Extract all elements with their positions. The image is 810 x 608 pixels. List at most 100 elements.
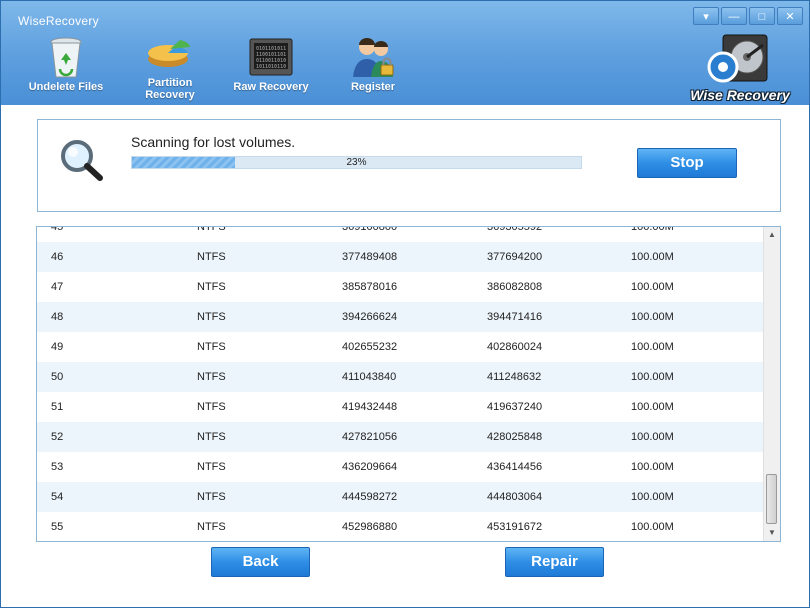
toolbar-label: Register	[350, 81, 396, 93]
table-cell: 377694200	[487, 251, 543, 263]
table-cell: NTFS	[197, 401, 226, 413]
table-cell: 411043840	[342, 371, 397, 383]
table-cell: 52	[51, 431, 64, 443]
table-cell: 419637240	[487, 401, 543, 413]
vertical-scrollbar[interactable]: ▲ ▼	[763, 227, 780, 541]
app-window: WiseRecovery ▾ — □ ✕ Undelete Files Part…	[0, 0, 810, 608]
table-cell: 394266624	[342, 311, 398, 323]
table-cell: NTFS	[197, 431, 226, 443]
table-row[interactable]: 55 NTFS 452986880 453191672 100.00M	[37, 512, 763, 541]
table-row[interactable]: 47 NTFS 385878016 386082808 100.00M	[37, 272, 763, 302]
table-row[interactable]: 49 NTFS 402655232 402860024 100.00M	[37, 332, 763, 362]
table-cell: NTFS	[197, 226, 226, 233]
table-cell: NTFS	[197, 281, 226, 293]
table-row[interactable]: 52 NTFS 427821056 428025848 100.00M	[37, 422, 763, 452]
table-cell: 436414456	[487, 461, 543, 473]
table-cell: NTFS	[197, 371, 226, 383]
table-cell: 48	[51, 311, 64, 323]
toolbar-partition-recovery[interactable]: Partition Recovery	[120, 35, 220, 101]
svg-text:1011010110: 1011010110	[256, 64, 286, 70]
toolbar-undelete-files[interactable]: Undelete Files	[16, 35, 116, 93]
table-cell: 51	[51, 401, 64, 413]
table-row[interactable]: 48 NTFS 394266624 394471416 100.00M	[37, 302, 763, 332]
table-cell: 427821056	[342, 431, 398, 443]
table-cell: 444803064	[487, 491, 543, 503]
table-row[interactable]: 45 NTFS 369100800 369305592 100.00M	[37, 226, 763, 242]
table-cell: 49	[51, 341, 64, 353]
close-button[interactable]: ✕	[777, 7, 803, 25]
table-cell: 100.00M	[631, 281, 674, 293]
table-row[interactable]: 50 NTFS 411043840 411248632 100.00M	[37, 362, 763, 392]
recycle-bin-icon	[42, 35, 90, 79]
table-cell: 377489408	[342, 251, 398, 263]
brand-logo: Wise Recovery	[685, 31, 795, 105]
scrollbar-thumb[interactable]	[766, 474, 777, 524]
table-cell: 46	[51, 251, 64, 263]
table-cell: 100.00M	[631, 491, 674, 503]
table-cell: 100.00M	[631, 341, 674, 353]
table-cell: 45	[51, 226, 64, 233]
table-cell: 385878016	[342, 281, 398, 293]
back-button[interactable]: Back	[211, 547, 310, 577]
table-cell: NTFS	[197, 311, 226, 323]
volumes-table: 45 NTFS 369100800 369305592 100.00M 46 NTFS 377…	[36, 226, 781, 542]
brand-label: Wise Recovery	[690, 87, 790, 103]
table-cell: 54	[51, 491, 64, 503]
table-cell: 452986880	[342, 521, 398, 533]
magnifier-icon	[61, 140, 103, 181]
table-cell: NTFS	[197, 341, 226, 353]
table-cell: 100.00M	[631, 461, 674, 473]
table-cell: 47	[51, 281, 64, 293]
table-cell: 369305592	[487, 226, 543, 233]
table-rows: 45 NTFS 369100800 369305592 100.00M 46 NTFS 377…	[37, 226, 763, 541]
toolbar-register[interactable]: Register	[323, 35, 423, 93]
toolbar-label: Undelete Files	[28, 81, 104, 93]
table-row[interactable]: 54 NTFS 444598272 444803064 100.00M	[37, 482, 763, 512]
table-cell: 100.00M	[631, 311, 674, 323]
table-cell: 100.00M	[631, 371, 674, 383]
table-cell: NTFS	[197, 491, 226, 503]
table-cell: 411248632	[487, 371, 542, 383]
scan-panel: Scanning for lost volumes. 23% Stop	[37, 119, 781, 212]
table-cell: 53	[51, 461, 64, 473]
menu-dropdown-button[interactable]: ▾	[693, 7, 719, 25]
table-cell: 100.00M	[631, 251, 674, 263]
table-cell: 444598272	[342, 491, 398, 503]
table-cell: 50	[51, 371, 64, 383]
table-cell: NTFS	[197, 251, 226, 263]
table-cell: 402860024	[487, 341, 543, 353]
minimize-button[interactable]: —	[721, 7, 747, 25]
table-row[interactable]: 51 NTFS 419432448 419637240 100.00M	[37, 392, 763, 422]
scroll-down-arrow-icon[interactable]: ▼	[764, 525, 780, 541]
table-row[interactable]: 53 NTFS 436209664 436414456 100.00M	[37, 452, 763, 482]
table-cell: 428025848	[487, 431, 543, 443]
maximize-button[interactable]: □	[749, 7, 775, 25]
table-cell: 419432448	[342, 401, 398, 413]
table-cell: 55	[51, 521, 64, 533]
table-cell: 100.00M	[631, 521, 674, 533]
repair-button[interactable]: Repair	[505, 547, 604, 577]
table-cell: 386082808	[487, 281, 543, 293]
table-cell: 100.00M	[631, 401, 674, 413]
window-title: WiseRecovery	[18, 14, 99, 28]
table-cell: 394471416	[487, 311, 543, 323]
progress-percent: 23%	[346, 157, 367, 168]
table-cell: 453191672	[487, 521, 543, 533]
table-row[interactable]: 46 NTFS 377489408 377694200 100.00M	[37, 242, 763, 272]
partition-pie-icon	[146, 35, 194, 75]
table-cell: 100.00M	[631, 431, 674, 443]
window-controls: ▾ — □ ✕	[693, 7, 803, 25]
table-cell: NTFS	[197, 521, 226, 533]
toolbar-raw-recovery[interactable]: 0101101011 1100101101 0110011010 1011010…	[221, 35, 321, 93]
table-cell: 402655232	[342, 341, 398, 353]
table-cell: 369100800	[342, 226, 398, 233]
hard-drive-gear-icon	[707, 34, 768, 83]
table-cell: 100.00M	[631, 226, 674, 233]
toolbar-label: Raw Recovery	[233, 81, 309, 93]
table-cell: NTFS	[197, 461, 226, 473]
stop-button[interactable]: Stop	[637, 148, 737, 178]
scroll-up-arrow-icon[interactable]: ▲	[764, 227, 780, 243]
raw-disk-icon: 0101101011 1100101101 0110011010 1011010…	[247, 35, 295, 79]
title-bar: WiseRecovery ▾ — □ ✕ Undelete Files Part…	[1, 1, 809, 105]
toolbar-label: Partition Recovery	[145, 77, 195, 101]
